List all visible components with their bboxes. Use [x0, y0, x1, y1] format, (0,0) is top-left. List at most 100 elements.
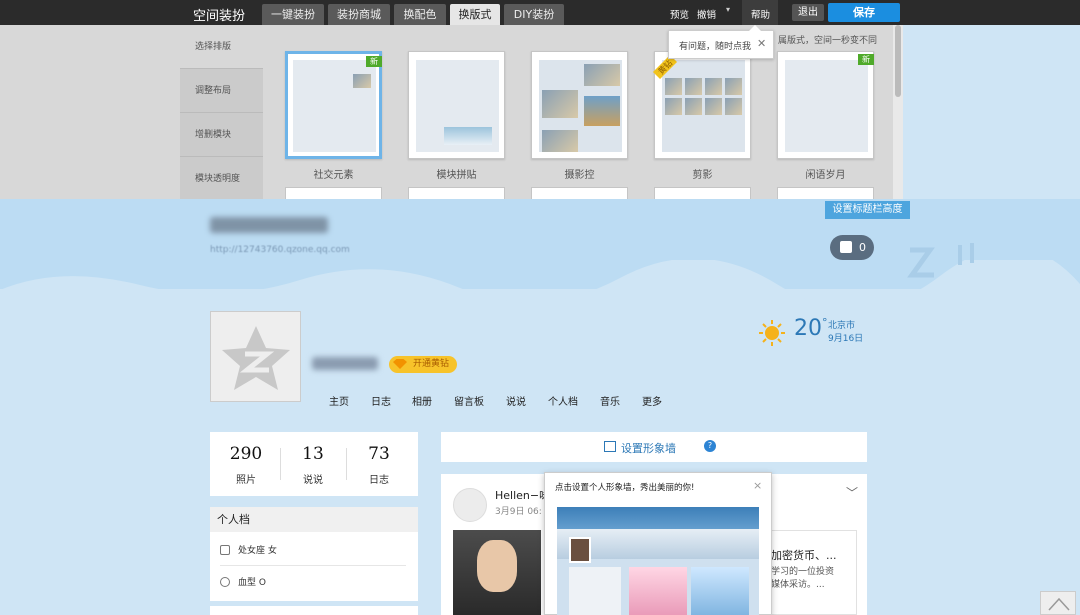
panel-left-nav: 选择排版 调整布局 增删模块 模块透明度	[180, 25, 263, 199]
nav-edit-modules[interactable]: 增删模块	[180, 113, 263, 157]
layout-label-collage: 模块拼贴	[436, 170, 477, 181]
top-bar: 空间装扮 一键装扮 装扮商城 换配色 换版式 DIY装扮 预览 撤销 ▾ 帮助 …	[0, 0, 1080, 25]
help-icon[interactable]: ?	[704, 440, 716, 452]
profile-card-title: 个人档	[210, 507, 418, 532]
layout-thumb-collage[interactable]	[408, 51, 505, 159]
profile-zodiac: 处女座 女	[220, 543, 277, 556]
set-title-height-button[interactable]: 设置标题栏高度	[825, 201, 910, 219]
id-card-icon	[220, 545, 230, 555]
default-avatar-icon	[222, 326, 290, 390]
nav-music[interactable]: 音乐	[600, 393, 620, 408]
layout-label-silhouette: 剪影	[692, 170, 713, 181]
layout-thumb-silhouette[interactable]: 黄钻	[652, 51, 751, 159]
layout-thumb-photography[interactable]	[531, 51, 628, 159]
avatar[interactable]	[210, 311, 301, 402]
preview-photo	[691, 567, 749, 615]
blood-drop-icon	[220, 577, 230, 587]
nav-more[interactable]: 更多	[642, 393, 662, 408]
article-excerpt: 学习的一位投资 媒体采访。...	[771, 567, 835, 590]
sidebar-card	[210, 606, 418, 615]
undo-link[interactable]: 撤销	[697, 7, 716, 21]
preview-link[interactable]: 预览	[670, 7, 689, 21]
scrollbar-thumb[interactable]	[895, 25, 901, 97]
new-badge: 新	[366, 56, 382, 67]
tab-layout[interactable]: 换版式	[450, 4, 500, 25]
feed-author[interactable]: Hellen−咏	[495, 487, 550, 503]
tooltip-tail-text: 属版式，空间一秒变不同	[778, 36, 878, 46]
close-icon[interactable]: ×	[753, 479, 762, 492]
preview-photo	[629, 567, 687, 615]
nav-home[interactable]: 主页	[329, 393, 349, 408]
preview-avatar	[569, 537, 591, 563]
nav-choose-layout[interactable]: 选择排版	[180, 25, 263, 69]
nav-guestbook[interactable]: 留言板	[454, 393, 484, 408]
exit-button[interactable]: 退出	[792, 4, 824, 21]
stat-photos[interactable]: 290 照片	[213, 432, 279, 496]
preview-sidebar	[569, 567, 621, 615]
stat-blogs[interactable]: 73 日志	[346, 432, 412, 496]
profile-card: 个人档 处女座 女 血型 O	[210, 507, 418, 601]
person-photo	[477, 540, 517, 592]
article-title[interactable]: 加密货币、...	[771, 547, 837, 563]
close-icon[interactable]: ✕	[757, 37, 766, 50]
image-wall-popup: 点击设置个人形象墙，秀出美丽的你! ×	[544, 472, 772, 615]
layout-thumb-row2[interactable]	[777, 187, 874, 199]
space-url[interactable]: http://12743760.qzone.qq.com	[210, 245, 350, 255]
thumbs-up-icon	[840, 241, 852, 253]
space-name	[210, 217, 328, 233]
nav-module-opacity[interactable]: 模块透明度	[180, 157, 263, 199]
decoration-icon	[907, 243, 974, 278]
layout-label-photography: 摄影控	[564, 170, 595, 181]
tab-one-click[interactable]: 一键装扮	[262, 4, 324, 25]
layout-label-social: 社交元素	[313, 170, 354, 181]
nav-adjust-layout[interactable]: 调整布局	[180, 69, 263, 113]
stat-value: 73	[368, 444, 390, 464]
chevron-down-icon[interactable]: ﹀	[846, 484, 858, 501]
feed-image[interactable]	[453, 530, 541, 615]
stat-value: 13	[302, 444, 324, 464]
layout-thumb-row2[interactable]	[654, 187, 751, 199]
undo-caret-icon[interactable]: ▾	[726, 5, 730, 14]
like-button[interactable]: 0	[830, 235, 874, 260]
sun-icon	[759, 320, 785, 346]
nav-blog[interactable]: 日志	[371, 393, 391, 408]
stat-label: 日志	[369, 475, 389, 486]
feed-date: 3月9日 06:	[495, 507, 542, 517]
like-count: 0	[859, 241, 866, 254]
save-button[interactable]: 保存	[828, 3, 900, 22]
layout-thumb-leisure[interactable]: 新	[777, 51, 874, 159]
stat-shuoshuo[interactable]: 13 说说	[280, 432, 346, 496]
weather-date: 9月16日	[828, 334, 864, 344]
layout-thumb-social[interactable]: 新	[285, 51, 382, 159]
layout-thumb-row2[interactable]	[408, 187, 505, 199]
panel-scrollbar[interactable]	[893, 25, 903, 199]
popup-title: 点击设置个人形象墙，秀出美丽的你!	[555, 483, 695, 493]
nav-profile[interactable]: 个人档	[548, 393, 578, 408]
stat-label: 说说	[303, 475, 323, 486]
temperature: 20°	[794, 316, 828, 341]
layout-label-leisure: 闲语岁月	[805, 170, 846, 181]
profile-blood-type: 血型 O	[220, 575, 266, 588]
back-to-top-button[interactable]	[1040, 591, 1076, 615]
chevron-up-icon	[1048, 597, 1070, 611]
image-wall-preview[interactable]	[557, 507, 759, 615]
help-tooltip[interactable]: 有问题，随时点我 ✕	[668, 25, 774, 59]
layout-thumb-row2[interactable]	[531, 187, 628, 199]
weather-city: 北京市	[828, 321, 856, 331]
picture-icon	[604, 441, 616, 452]
nav-album[interactable]: 相册	[412, 393, 432, 408]
layout-thumb-row2[interactable]	[285, 187, 382, 199]
image-wall-bar[interactable]: 设置形象墙 ?	[441, 432, 867, 462]
feed-avatar[interactable]	[453, 488, 487, 522]
new-badge: 新	[858, 54, 874, 65]
tab-shop[interactable]: 装扮商城	[328, 4, 390, 25]
brand-title: 空间装扮	[193, 9, 246, 24]
help-link[interactable]: 帮助	[751, 7, 770, 21]
tab-color[interactable]: 换配色	[394, 4, 446, 25]
tooltip-text: 有问题，随时点我	[679, 42, 752, 52]
set-image-wall-link[interactable]: 设置形象墙 ?	[604, 440, 716, 456]
tab-diy[interactable]: DIY装扮	[504, 4, 564, 25]
divider	[220, 565, 406, 566]
nav-shuoshuo[interactable]: 说说	[506, 393, 526, 408]
stat-value: 290	[229, 444, 263, 464]
